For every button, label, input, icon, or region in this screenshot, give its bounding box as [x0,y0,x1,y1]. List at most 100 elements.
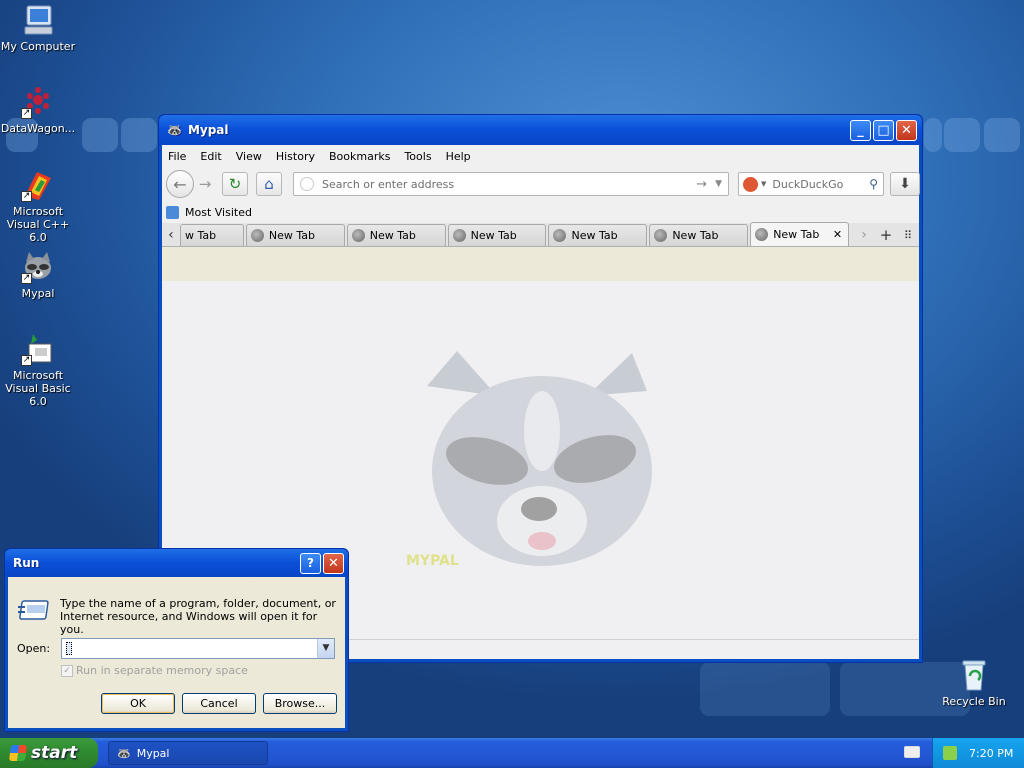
back-button[interactable]: ← [166,170,194,198]
go-arrow-icon[interactable]: → [696,177,707,192]
windows-logo-icon [8,745,28,761]
search-bar[interactable]: ▼ DuckDuckGo ⚲ [738,172,884,196]
menu-edit[interactable]: Edit [200,150,229,163]
run-titlebar[interactable]: Run [5,549,348,577]
home-button[interactable]: ⌂ [256,172,282,196]
run-dialog: Run ? ✕ Type the name of a program, fold… [4,548,349,732]
datawagon-icon: ↗ [21,85,55,119]
globe-icon [654,229,668,242]
tab[interactable]: New Tab [649,224,749,246]
desktop-icon-label: My Computer [0,40,76,53]
new-tab-button[interactable]: + [875,224,897,246]
visual-basic-icon: ↗ [21,332,55,366]
menu-file[interactable]: File [168,150,194,163]
run-description: Type the name of a program, folder, docu… [60,597,336,636]
minimize-button[interactable]: _ [850,120,871,141]
dropdown-icon[interactable]: ▼ [715,179,722,189]
run-title: Run [13,556,40,570]
desktop-icon-label: Recycle Bin [942,695,1006,708]
mypal-logo-text: MYPAL [406,553,459,569]
all-tabs-button[interactable]: ⠿ [897,224,919,246]
desktop-icon-mypal[interactable]: ↗ Mypal [0,250,76,300]
window-title: Mypal [187,123,229,137]
desktop-icon-visual-basic[interactable]: ↗ Microsoft Visual Basic 6.0 [0,332,76,408]
tab-label: New Tab [571,229,618,242]
start-label: start [31,743,78,763]
globe-icon [300,177,314,191]
open-combobox[interactable]: ▼ [61,638,335,659]
shortcut-arrow-icon: ↗ [21,355,32,366]
memory-space-checkbox[interactable]: ✓ Run in separate memory space [61,664,248,677]
address-bar[interactable]: Search or enter address → ▼ [293,172,729,196]
globe-icon [351,229,365,242]
menu-bookmarks[interactable]: Bookmarks [329,150,398,163]
start-button[interactable]: start [0,738,98,768]
run-close-button[interactable]: ✕ [323,553,344,574]
desktop-icon-label: Microsoft Visual C++ 6.0 [6,205,70,244]
tab-label: New Tab [773,228,820,241]
maximize-button[interactable]: □ [873,120,894,141]
menu-help[interactable]: Help [446,150,479,163]
tab[interactable]: New Tab [346,224,446,246]
taskbar-item-label: Mypal [136,746,170,760]
open-input[interactable] [64,641,314,656]
wallpaper-tile [82,118,118,152]
forward-button[interactable]: → [194,173,216,195]
address-placeholder: Search or enter address [322,177,455,191]
tab-scroll-right-button[interactable]: › [853,224,875,246]
text-cursor [66,642,72,655]
close-button[interactable]: ✕ [896,120,917,141]
bookmark-folder-icon [166,205,179,219]
downloads-button[interactable]: ⬇ [890,172,920,196]
taskbar-item-mypal[interactable]: 🦝 Mypal [108,741,268,765]
duckduckgo-icon [743,176,758,192]
browser-titlebar[interactable]: 🦝 Mypal [159,115,922,145]
menu-history[interactable]: History [276,150,323,163]
globe-icon [250,229,264,242]
desktop-icon-my-computer[interactable]: My Computer [0,3,76,53]
desktop-icon-recycle-bin[interactable]: Recycle Bin [936,658,1012,708]
tab-close-icon[interactable]: ✕ [833,228,842,241]
help-button[interactable]: ? [300,553,321,574]
tab-strip: ‹ w Tab New Tab New Tab New Tab New Tab … [162,222,919,247]
tab-scroll-left-button[interactable]: ‹ [162,224,180,246]
ok-button[interactable]: OK [101,693,175,714]
mypal-raccoon-icon: 🦝 [117,746,131,760]
combobox-dropdown-button[interactable]: ▼ [317,639,334,658]
back-arrow-icon: ← [173,174,187,194]
desktop-icon-label: Microsoft Visual Basic 6.0 [5,369,71,408]
tab-label: New Tab [268,229,316,242]
tab-selected[interactable]: New Tab ✕ [750,222,850,246]
keyboard-icon[interactable] [904,746,920,758]
home-icon: ⌂ [264,175,274,193]
checkbox-label: Run in separate memory space [76,664,248,677]
menu-view[interactable]: View [236,150,270,163]
desktop-icon-visual-cpp[interactable]: ↗ Microsoft Visual C++ 6.0 [0,168,76,244]
bookmark-most-visited[interactable]: Most Visited [185,206,252,219]
chevron-down-icon[interactable]: ▼ [761,180,766,188]
clock[interactable]: 7:20 PM [969,747,1013,760]
shortcut-arrow-icon: ↗ [21,191,32,202]
desktop-icon-datawagon[interactable]: ↗ DataWagon... [0,85,76,135]
search-engine-label: DuckDuckGo [772,177,844,191]
shortcut-arrow-icon: ↗ [21,108,32,119]
tab-label: New Tab [369,229,416,242]
tab[interactable]: New Tab [548,224,648,246]
mypal-raccoon-icon: 🦝 [167,123,182,137]
desktop-icon-label: Mypal [21,287,55,300]
system-tray: 7:20 PM [932,738,1024,768]
tab[interactable]: w Tab [179,224,244,246]
tab[interactable]: New Tab [245,224,345,246]
wallpaper-tile [924,118,942,152]
wallpaper-tile [944,118,980,152]
navigation-toolbar: ← → ↻ ⌂ Search or enter address → ▼ ▼ Du… [162,167,920,201]
menu-tools[interactable]: Tools [404,150,439,163]
network-icon[interactable] [943,746,957,760]
checkbox-check-icon: ✓ [61,664,73,677]
tab-label: New Tab [470,229,517,242]
browse-button[interactable]: Browse... [263,693,337,714]
search-icon[interactable]: ⚲ [869,177,878,191]
cancel-button[interactable]: Cancel [182,693,256,714]
tab[interactable]: New Tab [447,224,547,246]
reload-button[interactable]: ↻ [222,172,248,196]
